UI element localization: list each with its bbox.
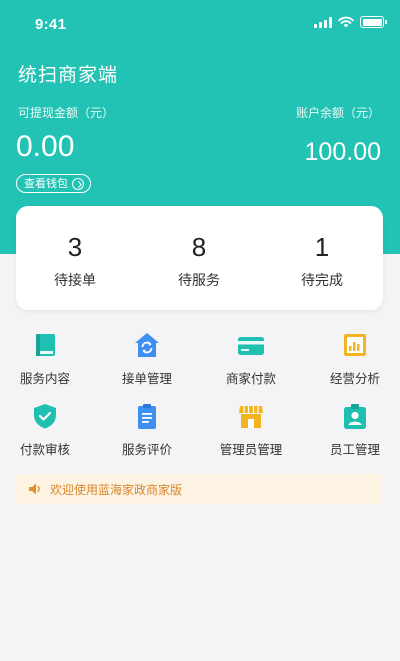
menu-item-service-review[interactable]: 服务评价 xyxy=(97,402,197,458)
order-count: 8 xyxy=(191,232,207,262)
menu-item-label: 商家付款 xyxy=(225,371,276,386)
order-summary-card: 3 待接单 8 待服务 1 待完成 xyxy=(16,206,383,310)
chart-icon xyxy=(344,334,366,356)
menu-item-label: 接单管理 xyxy=(121,371,172,386)
withdrawable-label: 可提现金额（元） xyxy=(18,106,115,120)
wifi-icon xyxy=(338,16,354,28)
refresh-house-icon xyxy=(135,333,159,357)
menu-item-label: 服务内容 xyxy=(19,371,70,386)
order-label: 待完成 xyxy=(301,273,343,289)
notice-bar[interactable]: 欢迎使用蓝海家政商家版 xyxy=(16,474,382,504)
menu-item-label: 服务评价 xyxy=(121,442,172,457)
order-count: 3 xyxy=(67,232,83,262)
notice-text: 欢迎使用蓝海家政商家版 xyxy=(50,482,183,497)
order-label: 待服务 xyxy=(178,273,220,289)
menu-item-label: 管理员管理 xyxy=(219,442,283,457)
battery-icon xyxy=(360,16,387,28)
menu-item-label: 付款审核 xyxy=(19,442,70,457)
menu-item-merchant-payment[interactable]: 商家付款 xyxy=(201,331,301,387)
order-label: 待接单 xyxy=(54,273,96,289)
menu-item-business-analysis[interactable]: 经营分析 xyxy=(305,331,400,387)
view-wallet-label: 查看钱包 xyxy=(24,177,68,190)
badge-icon xyxy=(344,404,366,429)
order-stat-pending-complete[interactable]: 1 待完成 xyxy=(267,232,377,290)
balance-amount: 100.00 xyxy=(304,138,381,166)
menu-item-staff-management[interactable]: 员工管理 xyxy=(305,402,400,458)
signal-icon xyxy=(314,16,332,28)
withdrawable-amount: 0.00 xyxy=(16,130,75,163)
chevron-right-icon xyxy=(72,177,84,190)
status-time: 9:41 xyxy=(35,16,67,33)
bottom-safe-area xyxy=(0,640,400,661)
app-title: 统扫商家端 xyxy=(18,64,119,86)
status-bar: 9:41 xyxy=(0,0,400,44)
store-icon xyxy=(239,406,263,428)
clipboard-icon xyxy=(138,404,156,429)
menu-item-label: 经营分析 xyxy=(329,371,380,386)
status-icons xyxy=(314,16,387,28)
speaker-icon xyxy=(29,483,40,495)
order-stat-pending-accept[interactable]: 3 待接单 xyxy=(20,232,130,290)
menu-item-payment-review[interactable]: 付款审核 xyxy=(0,402,95,458)
balance-label: 账户余额（元） xyxy=(295,106,380,120)
card-icon xyxy=(238,337,264,355)
book-icon xyxy=(36,334,55,356)
menu-item-order-management[interactable]: 接单管理 xyxy=(97,331,197,387)
order-count: 1 xyxy=(314,232,330,262)
menu-item-service-content[interactable]: 服务内容 xyxy=(0,331,95,387)
order-stat-pending-service[interactable]: 8 待服务 xyxy=(144,232,254,290)
menu-item-admin-management[interactable]: 管理员管理 xyxy=(201,402,301,458)
shield-check-icon xyxy=(34,404,56,429)
menu-item-label: 员工管理 xyxy=(329,442,380,457)
view-wallet-button[interactable]: 查看钱包 xyxy=(16,174,91,193)
